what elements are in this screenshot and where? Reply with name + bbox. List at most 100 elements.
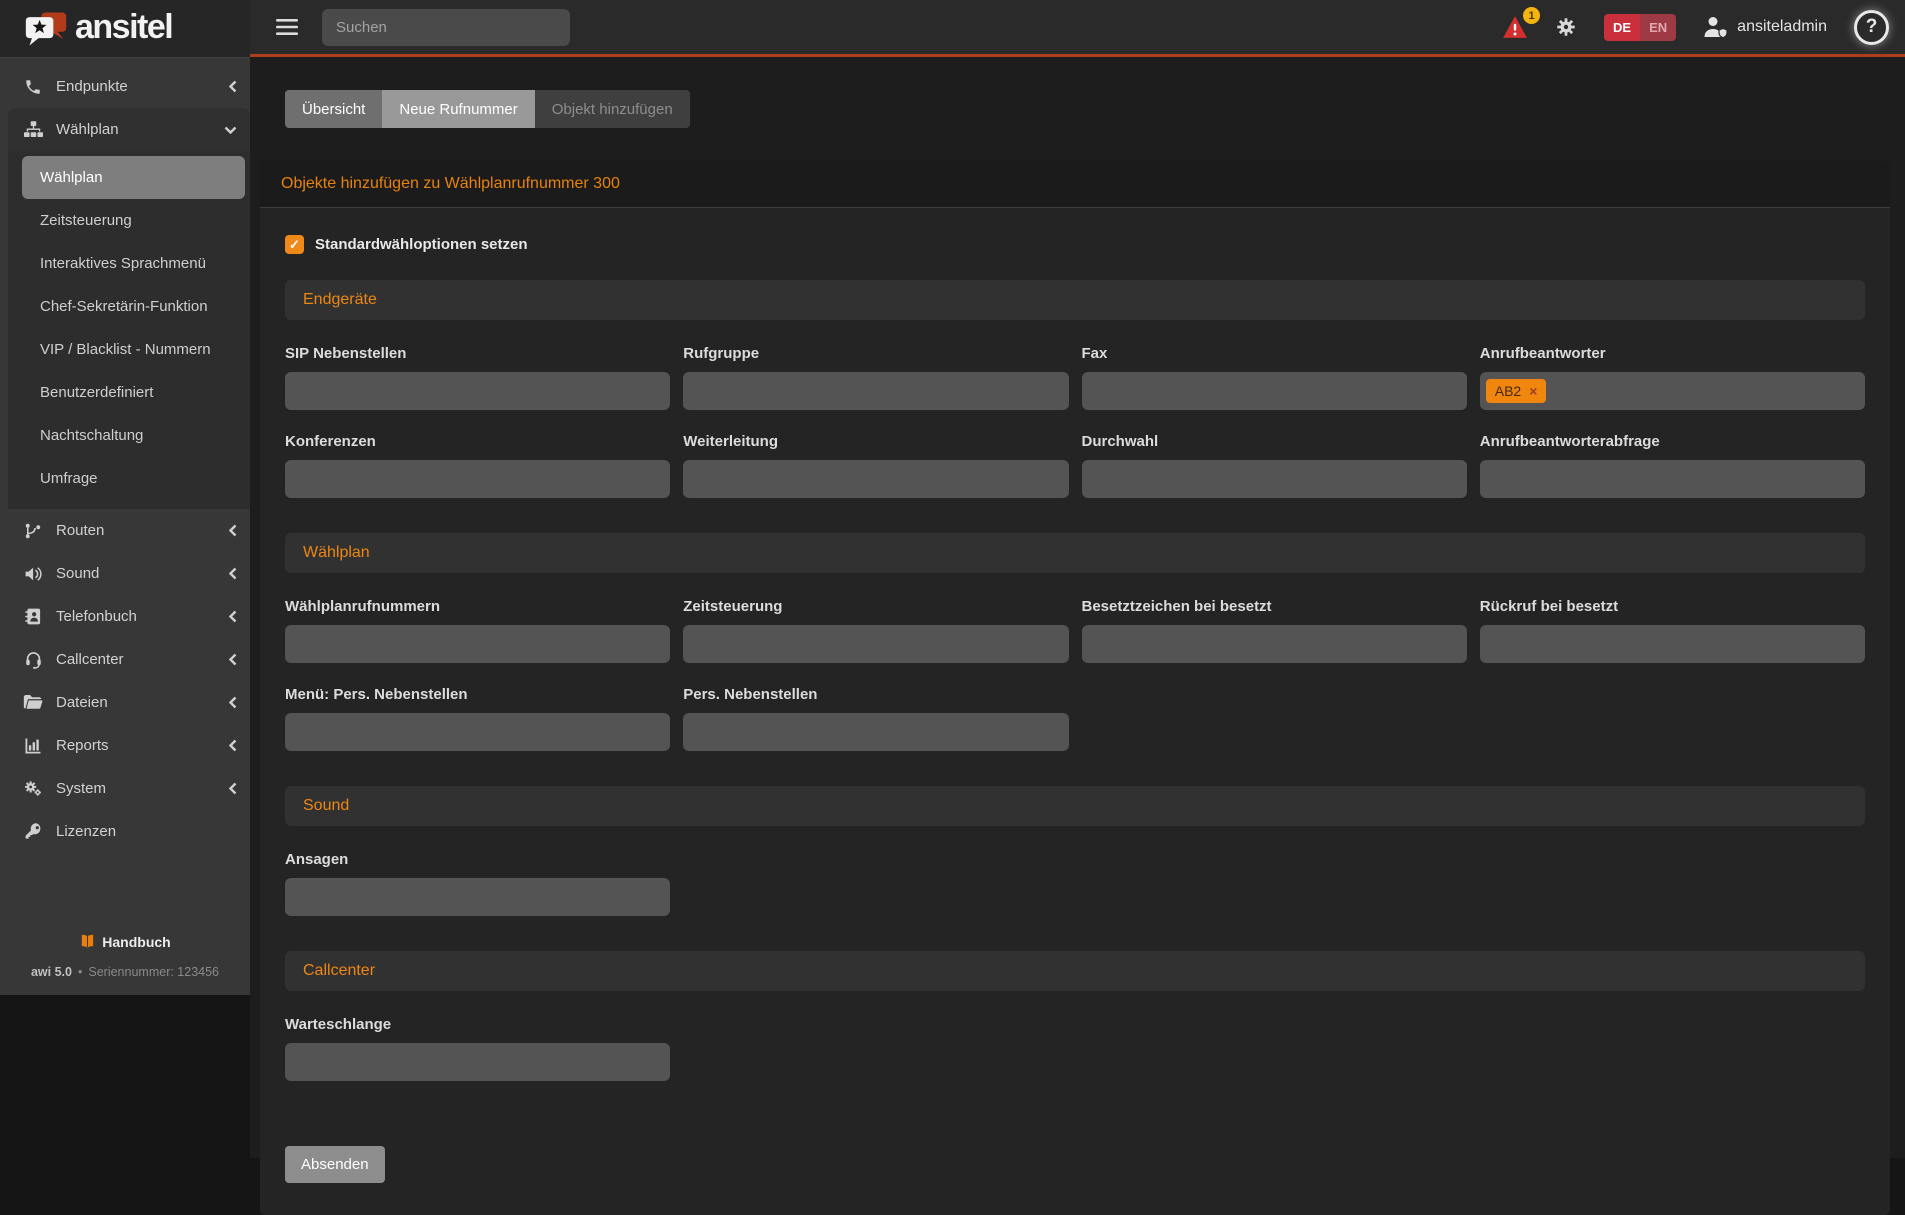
chevron-left-icon xyxy=(229,739,237,752)
field-pers-nebenstellen: Pers. Nebenstellen xyxy=(683,686,1069,751)
manual-label: Handbuch xyxy=(102,933,171,950)
chevron-left-icon xyxy=(229,567,237,580)
sidebar-item-label: System xyxy=(56,780,107,797)
manual-link[interactable]: Handbuch xyxy=(79,933,171,950)
field-input-anrufbeantworterabfrage[interactable] xyxy=(1479,460,1865,498)
sidebar-item-telefonbuch[interactable]: Telefonbuch xyxy=(0,595,250,638)
section-fields-callcenter: Warteschlange xyxy=(285,1016,1865,1081)
sidebar-footer: Handbuch awi 5.0 • Seriennummer: 123456 xyxy=(0,934,250,996)
field-label: Anrufbeantworter xyxy=(1479,345,1606,362)
submenu-item-benutzerdefiniert[interactable]: Benutzerdefiniert xyxy=(22,371,245,414)
chevron-left-icon xyxy=(229,782,237,795)
sidebar-item-sound[interactable]: Sound xyxy=(0,552,250,595)
sidebar-item-endpunkte[interactable]: Endpunkte xyxy=(0,65,250,108)
tab-neue-rufnummer[interactable]: Neue Rufnummer xyxy=(382,90,535,128)
submenu-item-interaktives-sprachmenu[interactable]: Interaktives Sprachmenü xyxy=(22,242,245,285)
chevron-left-icon xyxy=(229,696,237,709)
field-label: Wählplanrufnummern xyxy=(285,598,441,615)
alert-count-badge: 1 xyxy=(1523,7,1541,24)
field-input-rufgruppe[interactable] xyxy=(683,372,1069,410)
tag-label: AB2 xyxy=(1494,383,1522,399)
search-input[interactable] xyxy=(322,8,570,46)
field-ansagen: Ansagen xyxy=(285,851,671,916)
sidebar-item-waehlplan[interactable]: Wählplan xyxy=(8,108,250,151)
section-fields-sound: Ansagen xyxy=(285,851,1865,916)
submenu-item-chef-sekretaerin[interactable]: Chef-Sekretärin-Funktion xyxy=(22,285,245,328)
field-input-waehlplanrufnummern[interactable] xyxy=(285,625,671,663)
field-input-warteschlange[interactable] xyxy=(285,1043,671,1081)
field-input-menu-pers-nebenstellen[interactable] xyxy=(285,713,671,751)
field-input-fax[interactable] xyxy=(1081,372,1467,410)
language-switch: DE EN xyxy=(1604,13,1677,41)
tab-objekt-hinzufuegen[interactable]: Objekt hinzufügen xyxy=(534,90,690,128)
field-input-durchwahl[interactable] xyxy=(1081,460,1467,498)
chevron-left-icon xyxy=(229,80,237,93)
version-info: awi 5.0 • Seriennummer: 123456 xyxy=(0,965,250,979)
topbar: ansitel 1 xyxy=(0,0,1905,57)
sidebar-item-label: Endpunkte xyxy=(56,78,128,95)
field-input-sip-nebenstellen[interactable] xyxy=(285,372,671,410)
field-label: Menü: Pers. Nebenstellen xyxy=(285,686,468,703)
sidebar-item-label: Lizenzen xyxy=(56,823,117,840)
field-label: Rufgruppe xyxy=(683,345,760,362)
brand-logo[interactable]: ansitel xyxy=(0,0,250,57)
selected-tag-ab2[interactable]: AB2 × xyxy=(1485,379,1547,403)
user-menu[interactable]: ansiteladmin xyxy=(1703,16,1827,38)
field-label: SIP Nebenstellen xyxy=(285,345,407,362)
standard-options-row: ✓ Standardwähloptionen setzen xyxy=(285,235,1865,254)
tab-bar: Übersicht Neue Rufnummer Objekt hinzufüg… xyxy=(285,90,1890,128)
sidebar-item-callcenter[interactable]: Callcenter xyxy=(0,638,250,681)
help-icon[interactable]: ? xyxy=(1854,9,1889,45)
language-de-button[interactable]: DE xyxy=(1604,13,1641,41)
field-input-weiterleitung[interactable] xyxy=(683,460,1069,498)
key-icon xyxy=(22,822,44,841)
settings-gear-icon[interactable] xyxy=(1555,16,1577,38)
field-input-anrufbeantworter[interactable]: AB2 × xyxy=(1479,372,1865,410)
language-en-button[interactable]: EN xyxy=(1640,13,1677,41)
section-header-endgeraete: Endgeräte xyxy=(285,280,1865,320)
submit-button[interactable]: Absenden xyxy=(285,1146,385,1183)
submenu-item-umfrage[interactable]: Umfrage xyxy=(22,457,245,500)
field-anrufbeantworterabfrage: Anrufbeantworterabfrage xyxy=(1479,433,1865,498)
sidebar-item-label: Callcenter xyxy=(56,651,124,668)
field-input-besetztzeichen[interactable] xyxy=(1081,625,1467,663)
field-input-pers-nebenstellen[interactable] xyxy=(683,713,1069,751)
submenu-item-nachtschaltung[interactable]: Nachtschaltung xyxy=(22,414,245,457)
sidebar-item-lizenzen[interactable]: Lizenzen xyxy=(0,810,250,853)
field-rufgruppe: Rufgruppe xyxy=(683,345,1069,410)
section-fields-waehlplan: Wählplanrufnummern Zeitsteuerung Besetzt… xyxy=(285,598,1865,751)
section-header-waehlplan: Wählplan xyxy=(285,533,1865,573)
chevron-left-icon xyxy=(229,610,237,623)
sidebar-item-label: Routen xyxy=(56,522,105,539)
sidebar-item-system[interactable]: System xyxy=(0,767,250,810)
submenu-item-zeitsteuerung[interactable]: Zeitsteuerung xyxy=(22,199,245,242)
gears-icon xyxy=(22,779,44,798)
book-icon xyxy=(79,934,96,949)
field-input-rueckruf[interactable] xyxy=(1479,625,1865,663)
sidebar-item-routen[interactable]: Routen xyxy=(0,509,250,552)
tag-remove-icon[interactable]: × xyxy=(1529,384,1537,398)
sitemap-icon xyxy=(22,121,44,138)
submenu-item-waehlplan[interactable]: Wählplan xyxy=(22,156,245,199)
sidebar-item-reports[interactable]: Reports xyxy=(0,724,250,767)
form-panel: Objekte hinzufügen zu Wählplanrufnummer … xyxy=(260,161,1890,1215)
field-fax: Fax xyxy=(1081,345,1467,410)
phone-icon xyxy=(22,78,44,96)
hamburger-menu-icon[interactable] xyxy=(276,18,298,36)
panel-body: ✓ Standardwähloptionen setzen Endgeräte … xyxy=(260,208,1890,1215)
field-input-konferenzen[interactable] xyxy=(285,460,671,498)
section-header-callcenter: Callcenter xyxy=(285,951,1865,991)
alerts-button[interactable]: 1 xyxy=(1502,7,1541,39)
sidebar: Endpunkte Wählplan Wählplan Zeitsteuerun… xyxy=(0,57,250,995)
tab-uebersicht[interactable]: Übersicht xyxy=(285,90,383,128)
serial-number: Seriennummer: 123456 xyxy=(88,965,220,979)
field-warteschlange: Warteschlange xyxy=(285,1016,671,1081)
field-input-ansagen[interactable] xyxy=(285,878,671,916)
sidebar-item-dateien[interactable]: Dateien xyxy=(0,681,250,724)
standard-options-checkbox[interactable]: ✓ xyxy=(285,235,304,254)
submenu-item-vip-blacklist[interactable]: VIP / Blacklist - Nummern xyxy=(22,328,245,371)
chevron-left-icon xyxy=(229,653,237,666)
section-fields-endgeraete: SIP Nebenstellen Rufgruppe Fax Anrufbean… xyxy=(285,345,1865,498)
field-input-zeitsteuerung[interactable] xyxy=(683,625,1069,663)
field-label: Fax xyxy=(1081,345,1108,362)
